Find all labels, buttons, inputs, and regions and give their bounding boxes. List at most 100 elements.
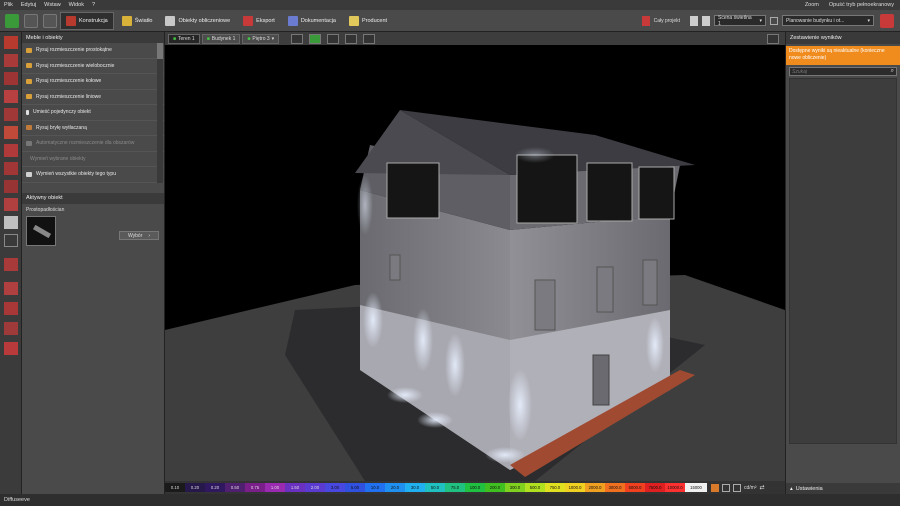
search-input[interactable] [792,68,891,75]
tab-obiekty-obliczeniowe[interactable]: Obiekty obliczeniowe [160,12,235,30]
project-label[interactable]: Cały projekt [654,18,680,24]
room-icon[interactable] [4,54,18,67]
undo-icon[interactable] [24,13,38,28]
tab-producent[interactable]: Producent [344,12,392,30]
orange-palette-icon[interactable] [711,483,719,492]
scrollbar-thumb[interactable] [157,43,163,59]
legend-cell: 100.0 [465,483,485,492]
legend-cell: 300.0 [505,483,525,492]
item-label: Rysuj rozmieszczenie prostokątne [36,47,112,54]
tab-swiatlo[interactable]: Światło [117,12,158,30]
draw-circular-button[interactable]: Rysuj rozmieszczenie kołowe [22,74,164,90]
3d-viewport[interactable] [165,45,785,481]
extrusion-body-icon [26,125,32,131]
export-icon [243,15,254,26]
planning-select[interactable]: Planowanie budynku i ot... ▾ [782,15,874,26]
auto-layout-icon [26,140,32,146]
tab-konstrukcja[interactable]: Konstrukcja [60,11,114,30]
palette-toggle-icon[interactable] [722,483,730,492]
search-icon[interactable]: ⌕ [891,68,894,75]
save-icon[interactable] [5,13,19,28]
draw-polygonal-button[interactable]: Rysuj rozmieszczenie wielobocznie [22,59,164,74]
legend-cell: 1.00 [265,483,285,492]
scene-icon[interactable] [702,15,710,26]
tab-dokumentacja[interactable]: Dokumentacja [283,12,341,30]
choose-button[interactable]: Wybór › [119,231,159,240]
wall-icon[interactable] [4,90,18,103]
light-glow [445,333,465,397]
chevron-down-icon: ▾ [271,35,275,42]
menu-view[interactable]: Widok [65,2,88,8]
zoom-menu[interactable]: Zoom [805,2,819,8]
outdated-results-notice: Dostępne wyniki są nieaktualne (konieczn… [786,46,900,65]
floorplan-icon[interactable] [327,33,340,44]
light-icon [121,15,132,26]
menu-insert[interactable]: Wstaw [40,2,65,8]
replace-all-button[interactable]: Wymień wszystkie obiekty tego typu [22,167,164,183]
floor-icon[interactable] [4,72,18,85]
cube-icon[interactable] [4,162,18,175]
new-room-icon[interactable] [4,36,18,49]
draw-rectangular-button[interactable]: Rysuj rozmieszczenie prostokątne [22,43,164,59]
extrusion-icon[interactable] [4,180,18,193]
swap-icon[interactable]: ⇄ [760,484,765,491]
eave-glow [357,175,373,235]
texture-icon[interactable] [4,258,18,271]
view-mode-icon[interactable] [291,33,304,44]
cuboid-shape [32,224,52,238]
chevron-down-icon: ▾ [867,17,870,24]
menu-help[interactable]: ? [88,2,99,8]
tab-pietro-3[interactable]: ■ Piętro 3 ▾ [242,33,280,44]
scene-select[interactable]: Scena świetlna 1 ▾ [714,15,766,27]
tab-label: Obiekty obliczeniowe [178,17,231,24]
tab-label: Piętro 3 [252,35,270,42]
redo-icon[interactable] [43,13,57,28]
draw-linear-button[interactable]: Rysuj rozmieszczenie liniowe [22,90,164,105]
tab-budynek-1[interactable]: ■ Budynek 1 [201,33,241,44]
monitor-view-icon[interactable] [767,33,779,44]
place-single-button[interactable]: Umieść pojedynczy obiekt [22,105,164,121]
furniture-icon[interactable] [4,234,18,247]
3d-view-icon[interactable] [309,33,322,44]
search-field[interactable]: ⌕ [789,67,897,76]
draw-extrusion-button[interactable]: Rysuj bryłę wytłaczaną [22,121,164,136]
window-mid-3 [596,266,614,313]
monitor-icon[interactable] [770,16,778,25]
legend-unit: cd/m² [744,484,757,491]
main-toolbar: Konstrukcja Światło Obiekty obliczeniowe… [0,10,900,32]
quit-fullscreen-button[interactable]: Opuść tryb pełnoekranowy [829,2,894,8]
building-render [165,110,785,481]
frame-icon[interactable] [4,322,18,335]
scrollbar[interactable] [157,43,163,183]
single-object-icon [26,109,29,115]
auto-layout-button[interactable]: Automatyczne rozmieszczenie dla obszarów [22,136,164,152]
tab-teren-1[interactable]: ■ Teren 1 [168,33,200,44]
light-glow [646,317,664,373]
ruler-icon[interactable] [4,302,18,315]
replace-selected-button[interactable]: Wymień wybrane obiekty [22,152,164,167]
window-icon[interactable] [4,282,18,295]
l-shape-icon[interactable] [4,144,18,157]
ceiling-icon[interactable] [4,108,18,121]
legend-cell: 200.0 [485,483,505,492]
menu-edit[interactable]: Edytuj [17,2,40,8]
false-color-legend: 0.10 0.20 0.20 0.50 0.75 1.00 1.50 2.00 3.00 5.00… [165,481,785,494]
grid-icon[interactable] [4,342,18,355]
column-icon[interactable] [4,198,18,211]
linear-layout-icon [26,94,32,100]
grid-view-icon[interactable] [363,33,376,44]
door-icon[interactable] [4,126,18,139]
settings-footer[interactable]: ▴ Ustawienia [786,483,900,494]
results-header: Zestawienie wyników [786,32,900,44]
object-icon[interactable] [4,216,18,229]
legend-cell: 0.10 [165,483,185,492]
menu-file[interactable]: Plik [0,2,17,8]
legend-cell: 30.0 [405,483,425,492]
legend-settings-icon[interactable] [733,483,741,492]
fit-view-icon[interactable] [345,33,358,44]
construction-icon [66,15,76,26]
tab-eksport[interactable]: Eksport [238,12,280,30]
active-object-header: Aktywny obiekt [22,192,164,204]
lamp-icon[interactable] [690,15,698,26]
tab-label: Dokumentacja [300,17,336,24]
